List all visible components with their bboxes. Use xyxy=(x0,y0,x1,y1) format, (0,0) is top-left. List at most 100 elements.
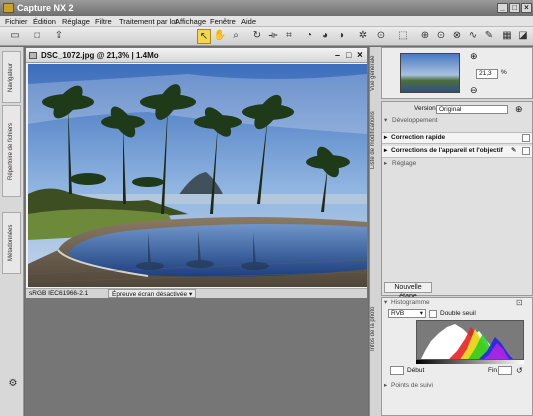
quick-fix-label: Correction rapide xyxy=(391,134,446,141)
doc-close-button[interactable]: × xyxy=(357,48,363,63)
lasso-icon[interactable]: ∿ xyxy=(466,29,480,44)
watch-points-label: Points de suivi xyxy=(391,382,433,389)
zoom-unit: % xyxy=(501,69,507,76)
gradient-icon[interactable]: ◪ xyxy=(516,29,530,44)
close-button[interactable]: × xyxy=(521,3,532,13)
chevron-down-icon: ▾ xyxy=(419,310,423,317)
menu-fenetre[interactable]: Fenêtre xyxy=(210,16,236,27)
triangle-right-icon: ▸ xyxy=(384,134,388,141)
document-status-bar: sRGB IEC61966-2.1 Épreuve écran désactiv… xyxy=(26,288,367,298)
white-point-icon[interactable]: ◕ xyxy=(318,29,332,44)
menu-edition[interactable]: Édition xyxy=(33,16,56,27)
channel-value: RVB xyxy=(391,310,405,317)
title-bar: Capture NX 2 _ □ × xyxy=(0,0,533,16)
menu-fichier[interactable]: Fichier xyxy=(5,16,28,27)
quick-fix-checkbox[interactable] xyxy=(522,134,530,142)
workspace-background xyxy=(25,298,368,416)
left-rail: Navigateur Répertoire de fichiers Métado… xyxy=(0,47,24,416)
camera-lens-checkbox[interactable] xyxy=(522,147,530,155)
end-label: Fin xyxy=(488,367,498,374)
tab-folders[interactable]: Répertoire de fichiers xyxy=(2,105,21,197)
version-value: Original xyxy=(439,106,462,113)
photo-canvas[interactable] xyxy=(28,64,367,287)
direct-select-tool-icon[interactable]: ↖ xyxy=(197,29,211,44)
tab-navigator[interactable]: Navigateur xyxy=(2,51,21,103)
browser-icon[interactable]: ▭ xyxy=(8,29,22,44)
neutral-point-icon[interactable]: ◑ xyxy=(334,29,348,44)
chevron-down-icon: ▾ xyxy=(188,291,193,298)
menu-traitement-par-lot[interactable]: Traitement par lot xyxy=(119,16,178,27)
development-label: Développement xyxy=(392,117,438,124)
wand-icon: ✎ xyxy=(511,147,517,154)
triangle-right-icon: ▸ xyxy=(384,382,388,389)
maximize-button[interactable]: □ xyxy=(509,3,520,13)
straighten-icon[interactable]: ⟛ xyxy=(266,29,280,44)
zoom-tool-icon[interactable]: ⌕ xyxy=(229,29,243,44)
beach-pool-photo xyxy=(28,64,367,287)
auto-retouch-icon[interactable]: ⬚ xyxy=(396,29,410,44)
retouch-brush-icon[interactable]: ⊙ xyxy=(374,29,388,44)
selection-control-point-icon[interactable]: ⊗ xyxy=(450,29,464,44)
tone-gradient-bar xyxy=(416,360,524,364)
menu-reglage[interactable]: Réglage xyxy=(62,16,90,27)
rotate-icon[interactable]: ↻ xyxy=(250,29,264,44)
document-titlebar: DSC_1072.jpg @ 21,3% | 1.4Mo – □ × xyxy=(26,48,367,63)
photo-info-tab[interactable]: Infos de la photo xyxy=(370,301,380,356)
histogram-options-icon[interactable]: ⊡ xyxy=(516,298,523,308)
triangle-right-icon: ▸ xyxy=(384,147,388,154)
versions-icon[interactable]: ⊕ xyxy=(515,104,523,114)
version-dropdown[interactable]: Original xyxy=(436,105,508,114)
output-icon[interactable]: ⇪ xyxy=(52,29,66,44)
menu-affichage[interactable]: Affichage xyxy=(175,16,206,27)
document-title: DSC_1072.jpg @ 21,3% | 1.4Mo xyxy=(41,51,159,60)
crop-icon[interactable]: ⌗ xyxy=(282,29,296,44)
new-step-button[interactable]: Nouvelle étape xyxy=(384,282,432,300)
overview-thumbnail[interactable] xyxy=(400,53,460,93)
menu-bar: Fichier Édition Réglage Filtre Traitemen… xyxy=(0,16,533,27)
doc-minimize-button[interactable]: – xyxy=(335,48,340,63)
color-profile-label: sRGB IEC61966-2.1 xyxy=(29,290,89,297)
histogram-curves xyxy=(421,324,513,359)
overview-panel: ⊕ 21,3 % ⊖ xyxy=(381,47,533,99)
quick-fix-row[interactable]: ▸ Correction rapide xyxy=(382,132,532,144)
zoom-in-icon[interactable]: ⊕ xyxy=(470,51,478,62)
soft-proof-dropdown[interactable]: Épreuve écran désactivée ▾ xyxy=(108,289,197,298)
black-point-icon[interactable]: ◔ xyxy=(302,29,316,44)
start-label: Début xyxy=(407,367,425,374)
menu-filtre[interactable]: Filtre xyxy=(95,16,112,27)
red-eye-icon[interactable]: ✲ xyxy=(356,29,370,44)
right-panel: ⊕ 21,3 % ⊖ Vue générale Version Original… xyxy=(369,47,533,416)
fill-icon[interactable]: ▦ xyxy=(500,29,514,44)
camera-lens-row[interactable]: ▸ Corrections de l'appareil et l'objecti… xyxy=(382,146,532,158)
double-threshold-checkbox[interactable] xyxy=(429,310,437,318)
soft-proof-label: Épreuve écran désactivée xyxy=(112,291,188,298)
overview-tab[interactable]: Vue générale xyxy=(370,51,380,95)
menu-aide[interactable]: Aide xyxy=(241,16,256,27)
app-title: Capture NX 2 xyxy=(17,3,74,13)
start-field[interactable] xyxy=(390,366,404,375)
control-point-icon[interactable]: ⊕ xyxy=(418,29,432,44)
reset-icon[interactable]: ↺ xyxy=(516,366,523,376)
selection-brush-icon[interactable]: ✎ xyxy=(482,29,496,44)
workspace-icon[interactable]: ⚙ xyxy=(7,378,19,390)
camera-icon[interactable]: ◘ xyxy=(30,29,44,44)
triangle-down-icon: ▾ xyxy=(384,117,388,124)
app-logo-icon xyxy=(3,3,14,13)
end-field[interactable] xyxy=(498,366,512,375)
edit-list-panel: Version Original ⊕ ▾ Développement ▸ Cor… xyxy=(381,101,533,300)
double-threshold-label: Double seuil xyxy=(440,310,476,317)
toolbar: ▭ ◘ ⇪ ↖ ✋ ⌕ ↻ ⟛ ⌗ ◔ ◕ ◑ ✲ ⊙ ⬚ ⊕ ⊙ ⊗ ∿ ✎ … xyxy=(0,27,533,46)
camera-lens-label: Corrections de l'appareil et l'objectif xyxy=(391,147,503,154)
doc-maximize-button[interactable]: □ xyxy=(346,48,351,63)
histogram-graph xyxy=(416,320,524,360)
zoom-field[interactable]: 21,3 xyxy=(476,69,498,79)
adjust-label: Réglage xyxy=(392,160,417,167)
zoom-out-icon[interactable]: ⊖ xyxy=(470,85,478,96)
tab-metadata[interactable]: Métadonnées xyxy=(2,212,21,274)
hand-tool-icon[interactable]: ✋ xyxy=(213,29,227,44)
channel-dropdown[interactable]: RVB ▾ xyxy=(388,309,426,318)
edit-list-tab[interactable]: Liste de modifications xyxy=(370,105,380,175)
color-control-point-icon[interactable]: ⊙ xyxy=(434,29,448,44)
minimize-button[interactable]: _ xyxy=(497,3,508,13)
triangle-right-icon: ▸ xyxy=(384,160,388,167)
